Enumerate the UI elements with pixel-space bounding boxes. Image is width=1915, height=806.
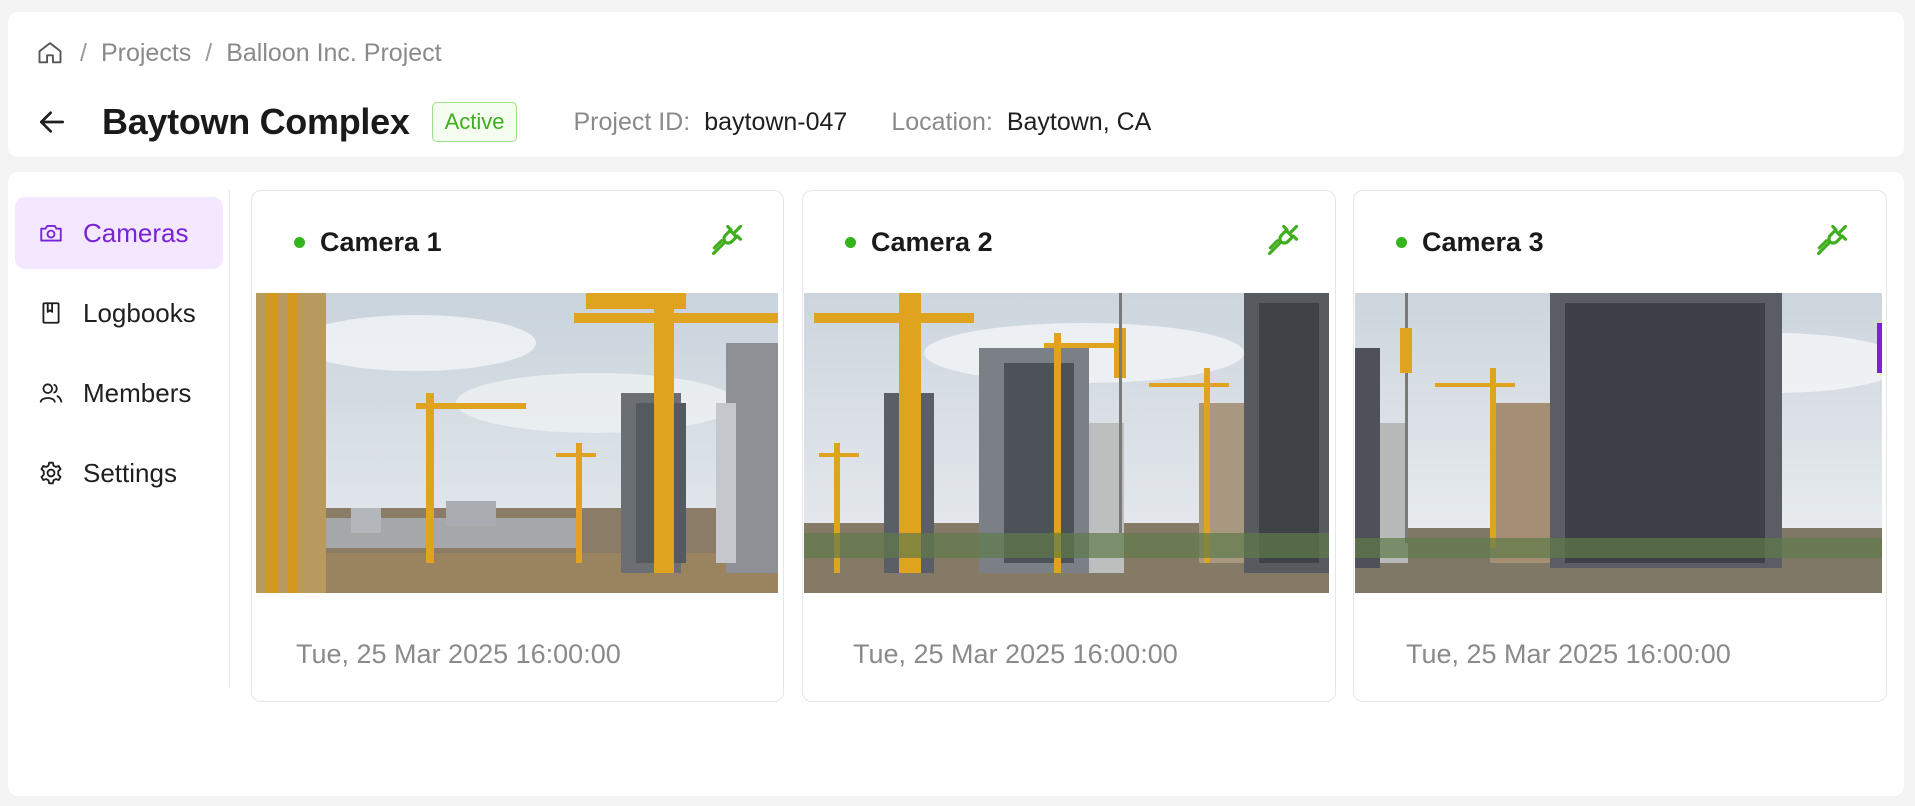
title-row: Baytown Complex Active Project ID: bayto… xyxy=(36,92,1151,152)
breadcrumb: / Projects / Balloon Inc. Project xyxy=(36,38,442,68)
connected-plug-icon[interactable] xyxy=(1264,221,1302,259)
camera-card[interactable]: Camera 3 Tue, 25 Mar 2025 16:00:00 xyxy=(1353,190,1887,702)
sidebar-item-label: Logbooks xyxy=(83,297,196,328)
camera-timestamp: Tue, 25 Mar 2025 16:00:00 xyxy=(296,639,621,669)
status-badge: Active xyxy=(431,102,518,142)
gear-icon xyxy=(37,459,65,487)
project-header: / Projects / Balloon Inc. Project Baytow… xyxy=(8,12,1904,157)
content-panel: Cameras Logbooks Members Settings Camera… xyxy=(8,172,1904,796)
location-value: Baytown, CA xyxy=(1006,107,1152,136)
home-icon[interactable] xyxy=(36,38,66,68)
sidebar-item-logbooks[interactable]: Logbooks xyxy=(15,277,223,349)
breadcrumb-separator: / xyxy=(205,38,213,67)
back-arrow-icon[interactable] xyxy=(36,104,72,140)
sidebar: Cameras Logbooks Members Settings xyxy=(15,197,223,517)
sidebar-item-label: Members xyxy=(83,377,192,408)
online-status-dot xyxy=(845,236,856,248)
sidebar-divider xyxy=(229,190,230,688)
camera-snapshot[interactable] xyxy=(804,293,1329,593)
camera-timestamp: Tue, 25 Mar 2025 16:00:00 xyxy=(1406,639,1731,669)
camera-name: Camera 1 xyxy=(320,226,442,257)
camera-name: Camera 2 xyxy=(871,226,993,257)
users-icon xyxy=(37,379,65,407)
breadcrumb-separator: / xyxy=(80,38,87,67)
camera-timestamp: Tue, 25 Mar 2025 16:00:00 xyxy=(853,639,1178,669)
camera-card-header: Camera 1 xyxy=(252,191,783,293)
camera-card-header: Camera 2 xyxy=(803,191,1335,293)
sidebar-item-settings[interactable]: Settings xyxy=(15,437,223,509)
project-id-value: baytown-047 xyxy=(704,107,848,136)
connected-plug-icon[interactable] xyxy=(1813,221,1851,259)
camera-snapshot[interactable] xyxy=(1355,293,1882,593)
breadcrumb-current-project[interactable]: Balloon Inc. Project xyxy=(226,39,441,68)
sidebar-item-label: Cameras xyxy=(83,217,189,248)
camera-card[interactable]: Camera 1 Tue, 25 Mar 2025 16:00:00 xyxy=(251,190,784,702)
page-title: Baytown Complex xyxy=(102,101,410,142)
project-id-label: Project ID: xyxy=(573,107,691,136)
camera-name: Camera 3 xyxy=(1422,226,1544,257)
sidebar-item-members[interactable]: Members xyxy=(15,357,223,429)
book-icon xyxy=(37,299,65,327)
camera-card-header: Camera 3 xyxy=(1354,191,1886,293)
location-label: Location: xyxy=(891,107,993,136)
camera-icon xyxy=(37,219,65,247)
online-status-dot xyxy=(294,236,305,248)
sidebar-item-cameras[interactable]: Cameras xyxy=(15,197,223,269)
camera-snapshot[interactable] xyxy=(256,293,778,593)
connected-plug-icon[interactable] xyxy=(708,221,746,259)
online-status-dot xyxy=(1396,236,1407,248)
breadcrumb-projects[interactable]: Projects xyxy=(101,39,191,68)
sidebar-item-label: Settings xyxy=(83,457,177,488)
camera-card[interactable]: Camera 2 Tue, 25 Mar 2025 16:00:00 xyxy=(802,190,1336,702)
